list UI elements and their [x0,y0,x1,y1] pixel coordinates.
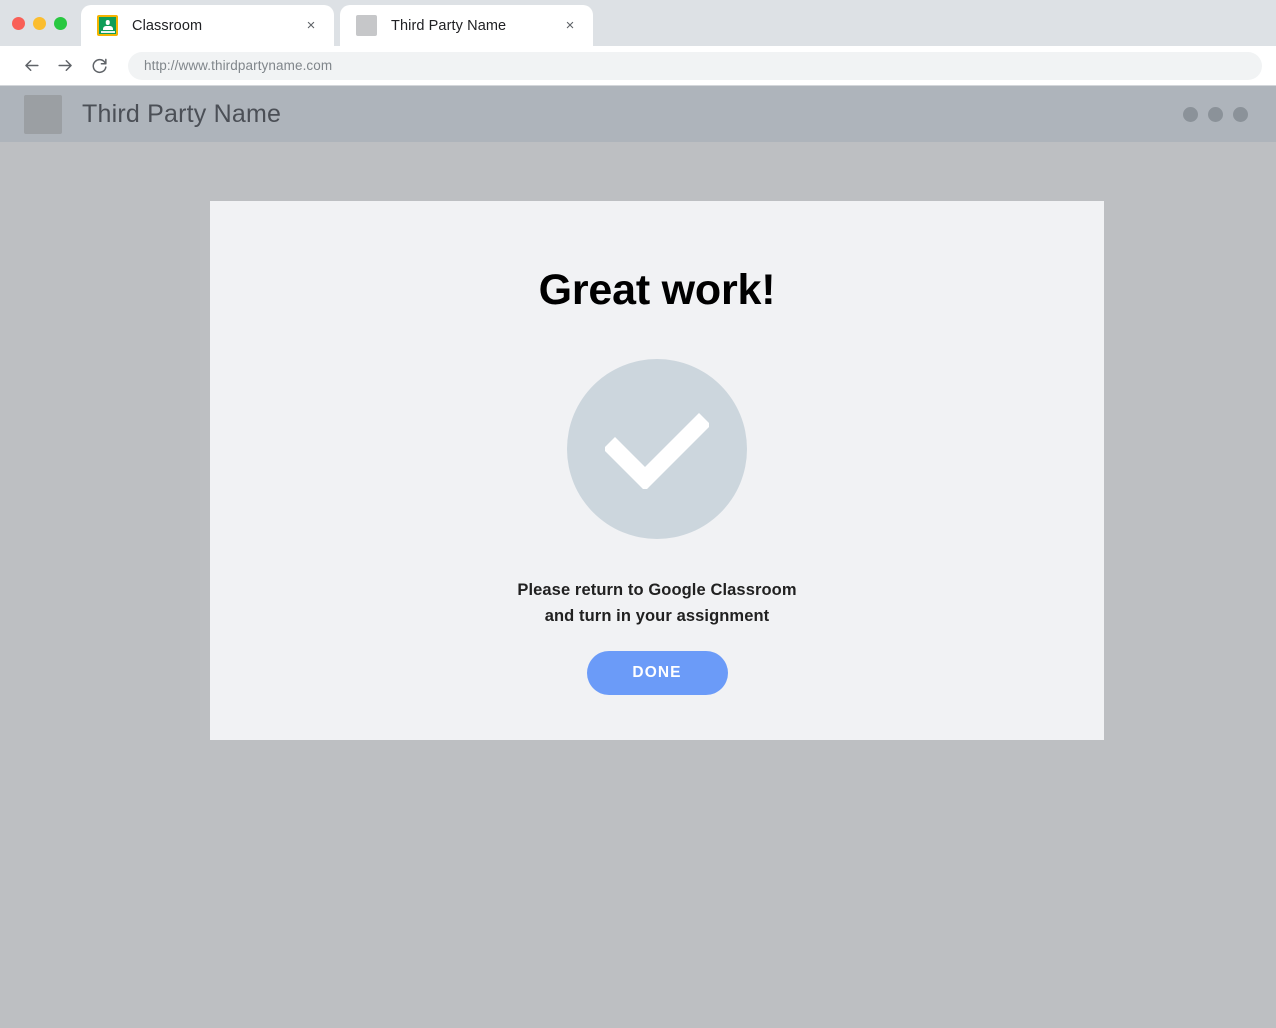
three-dots-icon-dot-1 [1183,106,1198,122]
close-tab-classroom-icon[interactable]: × [300,15,322,37]
window-controls [0,0,79,46]
completion-card: Great work! Please return to Google Clas… [210,201,1104,740]
reload-button[interactable] [84,51,114,81]
site-title: Third Party Name [82,99,282,128]
three-dots-icon-dot-2 [1208,106,1223,122]
site-logo-placeholder [24,94,62,134]
check-circle-icon [567,359,747,539]
address-bar-url: http://www.thirdpartyname.com [144,58,333,73]
generic-site-icon [356,15,377,36]
card-title: Great work! [538,266,776,314]
card-message-line-2: and turn in your assignment [544,607,770,625]
maximize-window-button[interactable] [54,16,67,30]
header-menu-button[interactable] [1183,106,1248,122]
browser-toolbar: http://www.thirdpartyname.com [0,46,1276,86]
close-tab-third-party-name-icon[interactable]: × [559,15,581,37]
back-button[interactable] [16,51,46,81]
tab-strip: Classroom × Third Party Name × [0,0,1276,46]
tab-third-party-name[interactable]: Third Party Name × [340,5,593,46]
done-button[interactable]: DONE [586,651,728,695]
page-viewport: Third Party Name Great work! Please retu… [0,86,1276,1028]
tab-title-classroom: Classroom [132,17,203,34]
google-classroom-icon [97,15,118,36]
tab-title-third-party-name: Third Party Name [391,17,507,34]
site-header: Third Party Name [0,86,1276,142]
close-window-button[interactable] [12,16,25,30]
forward-button[interactable] [50,51,80,81]
tab-list: Classroom × Third Party Name × [81,0,593,46]
arrow-right-icon [57,59,72,72]
browser-window: Classroom × Third Party Name × http://ww… [0,0,1276,1028]
reload-icon [92,58,107,74]
minimize-window-button[interactable] [33,16,46,30]
three-dots-icon-dot-3 [1233,106,1248,122]
card-message-line-1: Please return to Google Classroom [517,581,797,599]
tab-classroom[interactable]: Classroom × [81,5,334,46]
address-bar[interactable]: http://www.thirdpartyname.com [128,51,1262,80]
arrow-left-icon [24,59,39,72]
card-message: Please return to Google Classroom and tu… [517,577,796,629]
